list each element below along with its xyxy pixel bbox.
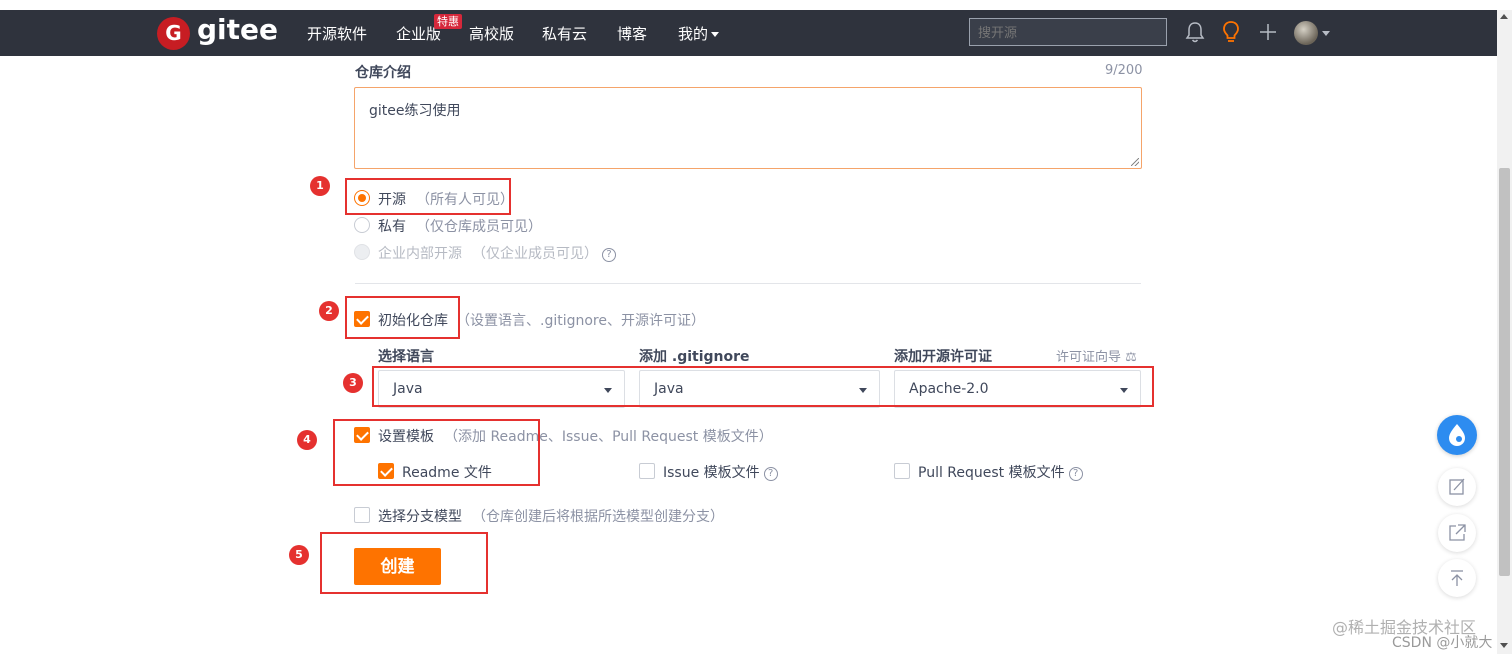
checkbox-pr-template[interactable] <box>894 463 910 479</box>
intro-char-counter: 9/200 <box>1105 63 1143 78</box>
annotation-marker-2: 2 <box>319 301 339 321</box>
droplet-icon <box>1449 424 1465 446</box>
branch-model-hint: （仓库创建后将根据所选模型创建分支） <box>472 509 724 525</box>
nav-mine[interactable]: 我的 <box>678 23 720 44</box>
external-link-icon <box>1449 524 1466 541</box>
gitignore-select-label: 添加 .gitignore <box>639 349 750 365</box>
nav-open-source[interactable]: 开源软件 <box>307 23 367 44</box>
help-question-icon[interactable]: ? <box>602 248 616 262</box>
search-input[interactable] <box>969 18 1167 46</box>
avatar[interactable] <box>1294 21 1318 45</box>
radio-private-text: 私有 <box>378 219 406 235</box>
radio-enterprise-internal-label: 企业内部开源 （仅企业成员可见）? <box>378 243 616 263</box>
issue-template-text: Issue 模板文件 <box>663 465 760 481</box>
repo-intro-value: gitee练习使用 <box>369 103 461 119</box>
annotation-marker-5: 5 <box>289 545 309 565</box>
branch-model-label[interactable]: 选择分支模型 （仓库创建后将根据所选模型创建分支） <box>378 506 724 526</box>
help-question-icon[interactable]: ? <box>1068 467 1083 481</box>
avatar-chevron-down-icon[interactable] <box>1322 31 1330 36</box>
annotation-box-3 <box>372 366 1154 407</box>
assistant-float-button[interactable] <box>1437 415 1477 455</box>
chevron-down-icon <box>711 32 720 37</box>
enterprise-promo-badge: 特惠 <box>434 14 462 29</box>
radio-enterprise-internal <box>354 244 370 260</box>
pr-template-label[interactable]: Pull Request 模板文件? <box>918 462 1083 482</box>
edit-icon <box>1449 478 1465 495</box>
lightbulb-icon[interactable] <box>1220 20 1242 44</box>
license-guide-text: 许可证向导 <box>1056 350 1122 365</box>
csdn-watermark: CSDN @小就大 <box>1392 635 1493 651</box>
scrollbar-thumb[interactable] <box>1499 168 1510 576</box>
gitee-logo-text[interactable]: gitee <box>197 13 278 46</box>
checkbox-issue-template[interactable] <box>639 463 655 479</box>
annotation-marker-1: 1 <box>310 176 330 196</box>
radio-enterprise-hint: （仅企业成员可见） <box>472 246 598 262</box>
nav-blog[interactable]: 博客 <box>617 23 647 44</box>
annotation-marker-4: 4 <box>297 430 317 450</box>
license-select-label: 添加开源许可证 <box>894 349 992 365</box>
issue-template-label[interactable]: Issue 模板文件? <box>663 462 778 482</box>
feedback-float-button[interactable] <box>1438 468 1476 506</box>
top-navbar: G gitee 开源软件 企业版 特惠 高校版 私有云 博客 我的 <box>0 10 1497 56</box>
resize-grip-icon[interactable] <box>1131 158 1139 166</box>
annotation-box-1 <box>345 178 511 215</box>
annotation-marker-3: 3 <box>343 373 363 393</box>
help-question-icon[interactable]: ? <box>763 467 778 481</box>
language-select-label: 选择语言 <box>378 349 434 365</box>
repo-intro-label: 仓库介绍 <box>355 65 411 81</box>
annotation-box-2 <box>345 296 460 339</box>
nav-private-cloud[interactable]: 私有云 <box>542 23 587 44</box>
radio-enterprise-text: 企业内部开源 <box>378 246 462 262</box>
plus-icon[interactable] <box>1257 20 1279 44</box>
branch-model-text: 选择分支模型 <box>378 509 462 525</box>
bell-icon[interactable] <box>1184 20 1206 44</box>
scale-icon: ⚖ <box>1125 350 1137 365</box>
radio-private-hint: （仅仓库成员可见） <box>416 219 542 235</box>
checkbox-branch-model[interactable] <box>354 507 370 523</box>
annotation-box-4 <box>333 419 540 486</box>
scroll-up-arrow-icon[interactable] <box>1500 14 1508 19</box>
repo-intro-textarea[interactable]: gitee练习使用 <box>354 87 1142 169</box>
nav-mine-label: 我的 <box>678 25 709 43</box>
share-float-button[interactable] <box>1438 514 1476 552</box>
back-to-top-button[interactable] <box>1438 559 1476 597</box>
scroll-down-arrow-icon[interactable] <box>1500 643 1508 648</box>
nav-education[interactable]: 高校版 <box>469 23 514 44</box>
radio-private-label[interactable]: 私有 （仅仓库成员可见） <box>378 216 542 236</box>
arrow-up-to-top-icon <box>1451 570 1463 586</box>
annotation-box-5 <box>320 532 488 594</box>
init-repo-hint: （设置语言、.gitignore、开源许可证） <box>456 313 705 329</box>
gitee-logo-icon[interactable]: G <box>157 17 190 50</box>
license-guide-link[interactable]: 许可证向导 ⚖ <box>1056 346 1137 365</box>
pr-template-text: Pull Request 模板文件 <box>918 465 1065 481</box>
section-divider <box>355 283 1141 284</box>
radio-private[interactable] <box>354 217 370 233</box>
